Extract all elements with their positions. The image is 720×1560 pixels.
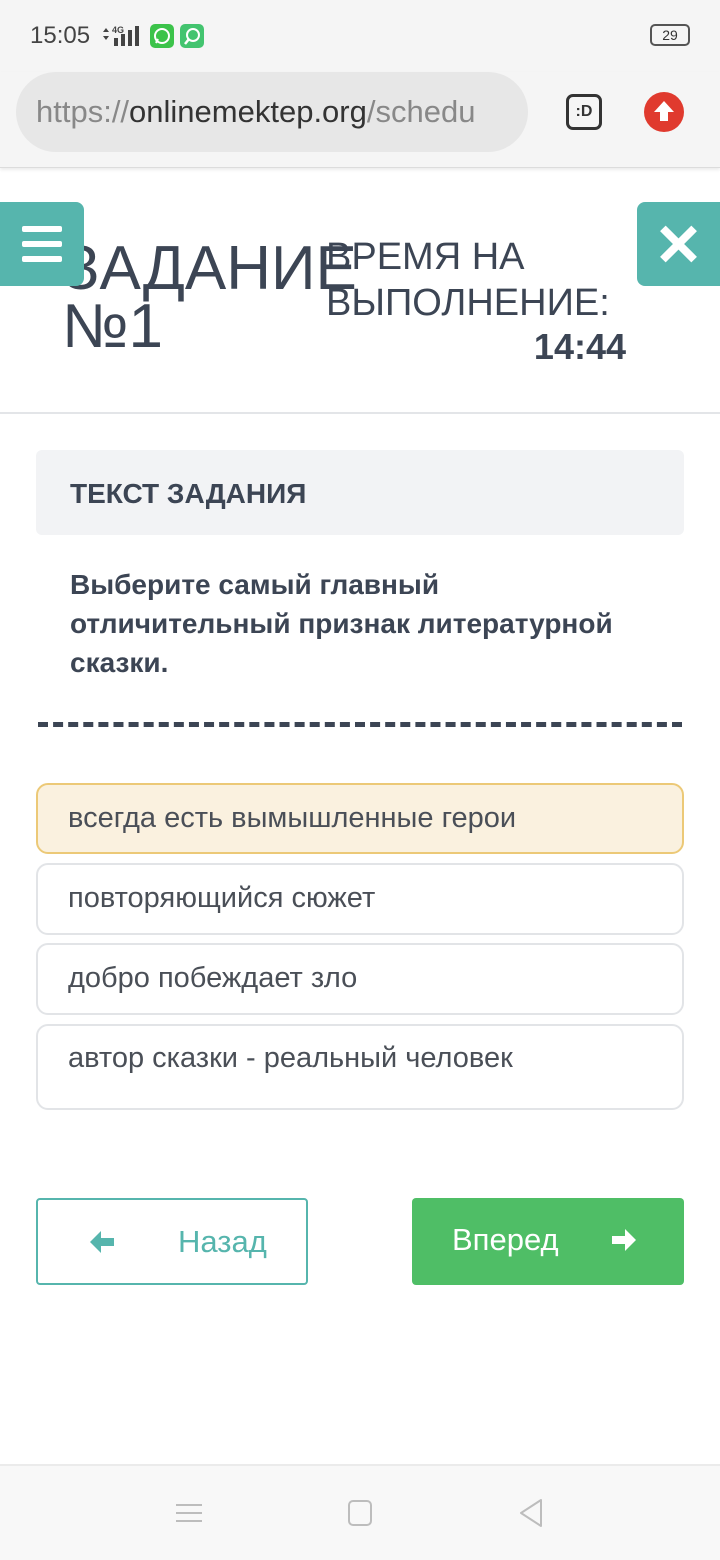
header-divider — [0, 412, 720, 414]
menu-button[interactable] — [0, 202, 84, 286]
question-heading: ТЕКСТ ЗАДАНИЯ — [70, 478, 307, 509]
url-text: https://onlinemektep.org/schedu — [36, 94, 475, 130]
status-bar: 15:05 4G 29 — [0, 0, 720, 72]
address-bar[interactable]: https://onlinemektep.org/schedu — [16, 72, 528, 152]
url-host: onlinemektep.org — [129, 94, 367, 129]
upload-icon[interactable] — [644, 92, 684, 132]
arrow-right-icon — [612, 1229, 636, 1251]
home-icon[interactable] — [348, 1500, 372, 1526]
system-back-icon[interactable] — [518, 1498, 544, 1528]
recent-apps-icon[interactable] — [176, 1500, 202, 1526]
answer-divider — [38, 722, 682, 728]
close-icon — [660, 225, 697, 263]
answer-option-4[interactable]: автор сказки - реальный человек — [36, 1024, 684, 1110]
whatsapp-icon — [150, 24, 174, 48]
answer-option-2[interactable]: повторяющийся сюжет — [36, 863, 684, 935]
answer-option-3[interactable]: добро побеждает зло — [36, 943, 684, 1015]
tab-switcher-icon[interactable]: :D — [566, 94, 602, 130]
url-scheme: https:// — [36, 94, 130, 129]
back-button[interactable]: Назад — [36, 1198, 308, 1285]
network-type-label: 4G — [112, 25, 124, 35]
answer-label: добро побеждает зло — [68, 962, 358, 994]
close-button[interactable] — [637, 202, 720, 286]
hamburger-menu-icon — [22, 226, 62, 232]
answer-label: всегда есть вымышленные герои — [68, 802, 517, 834]
signal-icon: 4G — [103, 25, 139, 46]
system-navigation-bar — [0, 1464, 720, 1560]
time-remaining: 14:44 — [533, 326, 626, 367]
back-label: Назад — [178, 1224, 267, 1259]
question-text: Выберите самый главный отличительный при… — [70, 569, 613, 678]
url-path: /schedu — [366, 94, 476, 129]
task-title: ЗАДАНИЕ №1 — [62, 234, 357, 361]
answer-label: автор сказки - реальный человек — [68, 1042, 513, 1074]
next-button[interactable]: Вперед — [412, 1198, 684, 1285]
answer-option-1[interactable]: всегда есть вымышленные герои — [36, 783, 684, 854]
messenger-icon — [180, 24, 204, 48]
status-time: 15:05 — [30, 22, 91, 49]
question-heading-box: ТЕКСТ ЗАДАНИЯ — [36, 450, 684, 535]
answer-label: повторяющийся сюжет — [68, 882, 376, 914]
battery-icon: 29 — [650, 24, 690, 46]
browser-toolbar: https://onlinemektep.org/schedu :D — [0, 72, 720, 168]
hamburger-menu-icon-bar — [22, 256, 62, 262]
hamburger-menu-icon-bar — [22, 241, 62, 247]
arrow-left-icon — [90, 1231, 114, 1253]
next-label: Вперед — [452, 1222, 559, 1257]
